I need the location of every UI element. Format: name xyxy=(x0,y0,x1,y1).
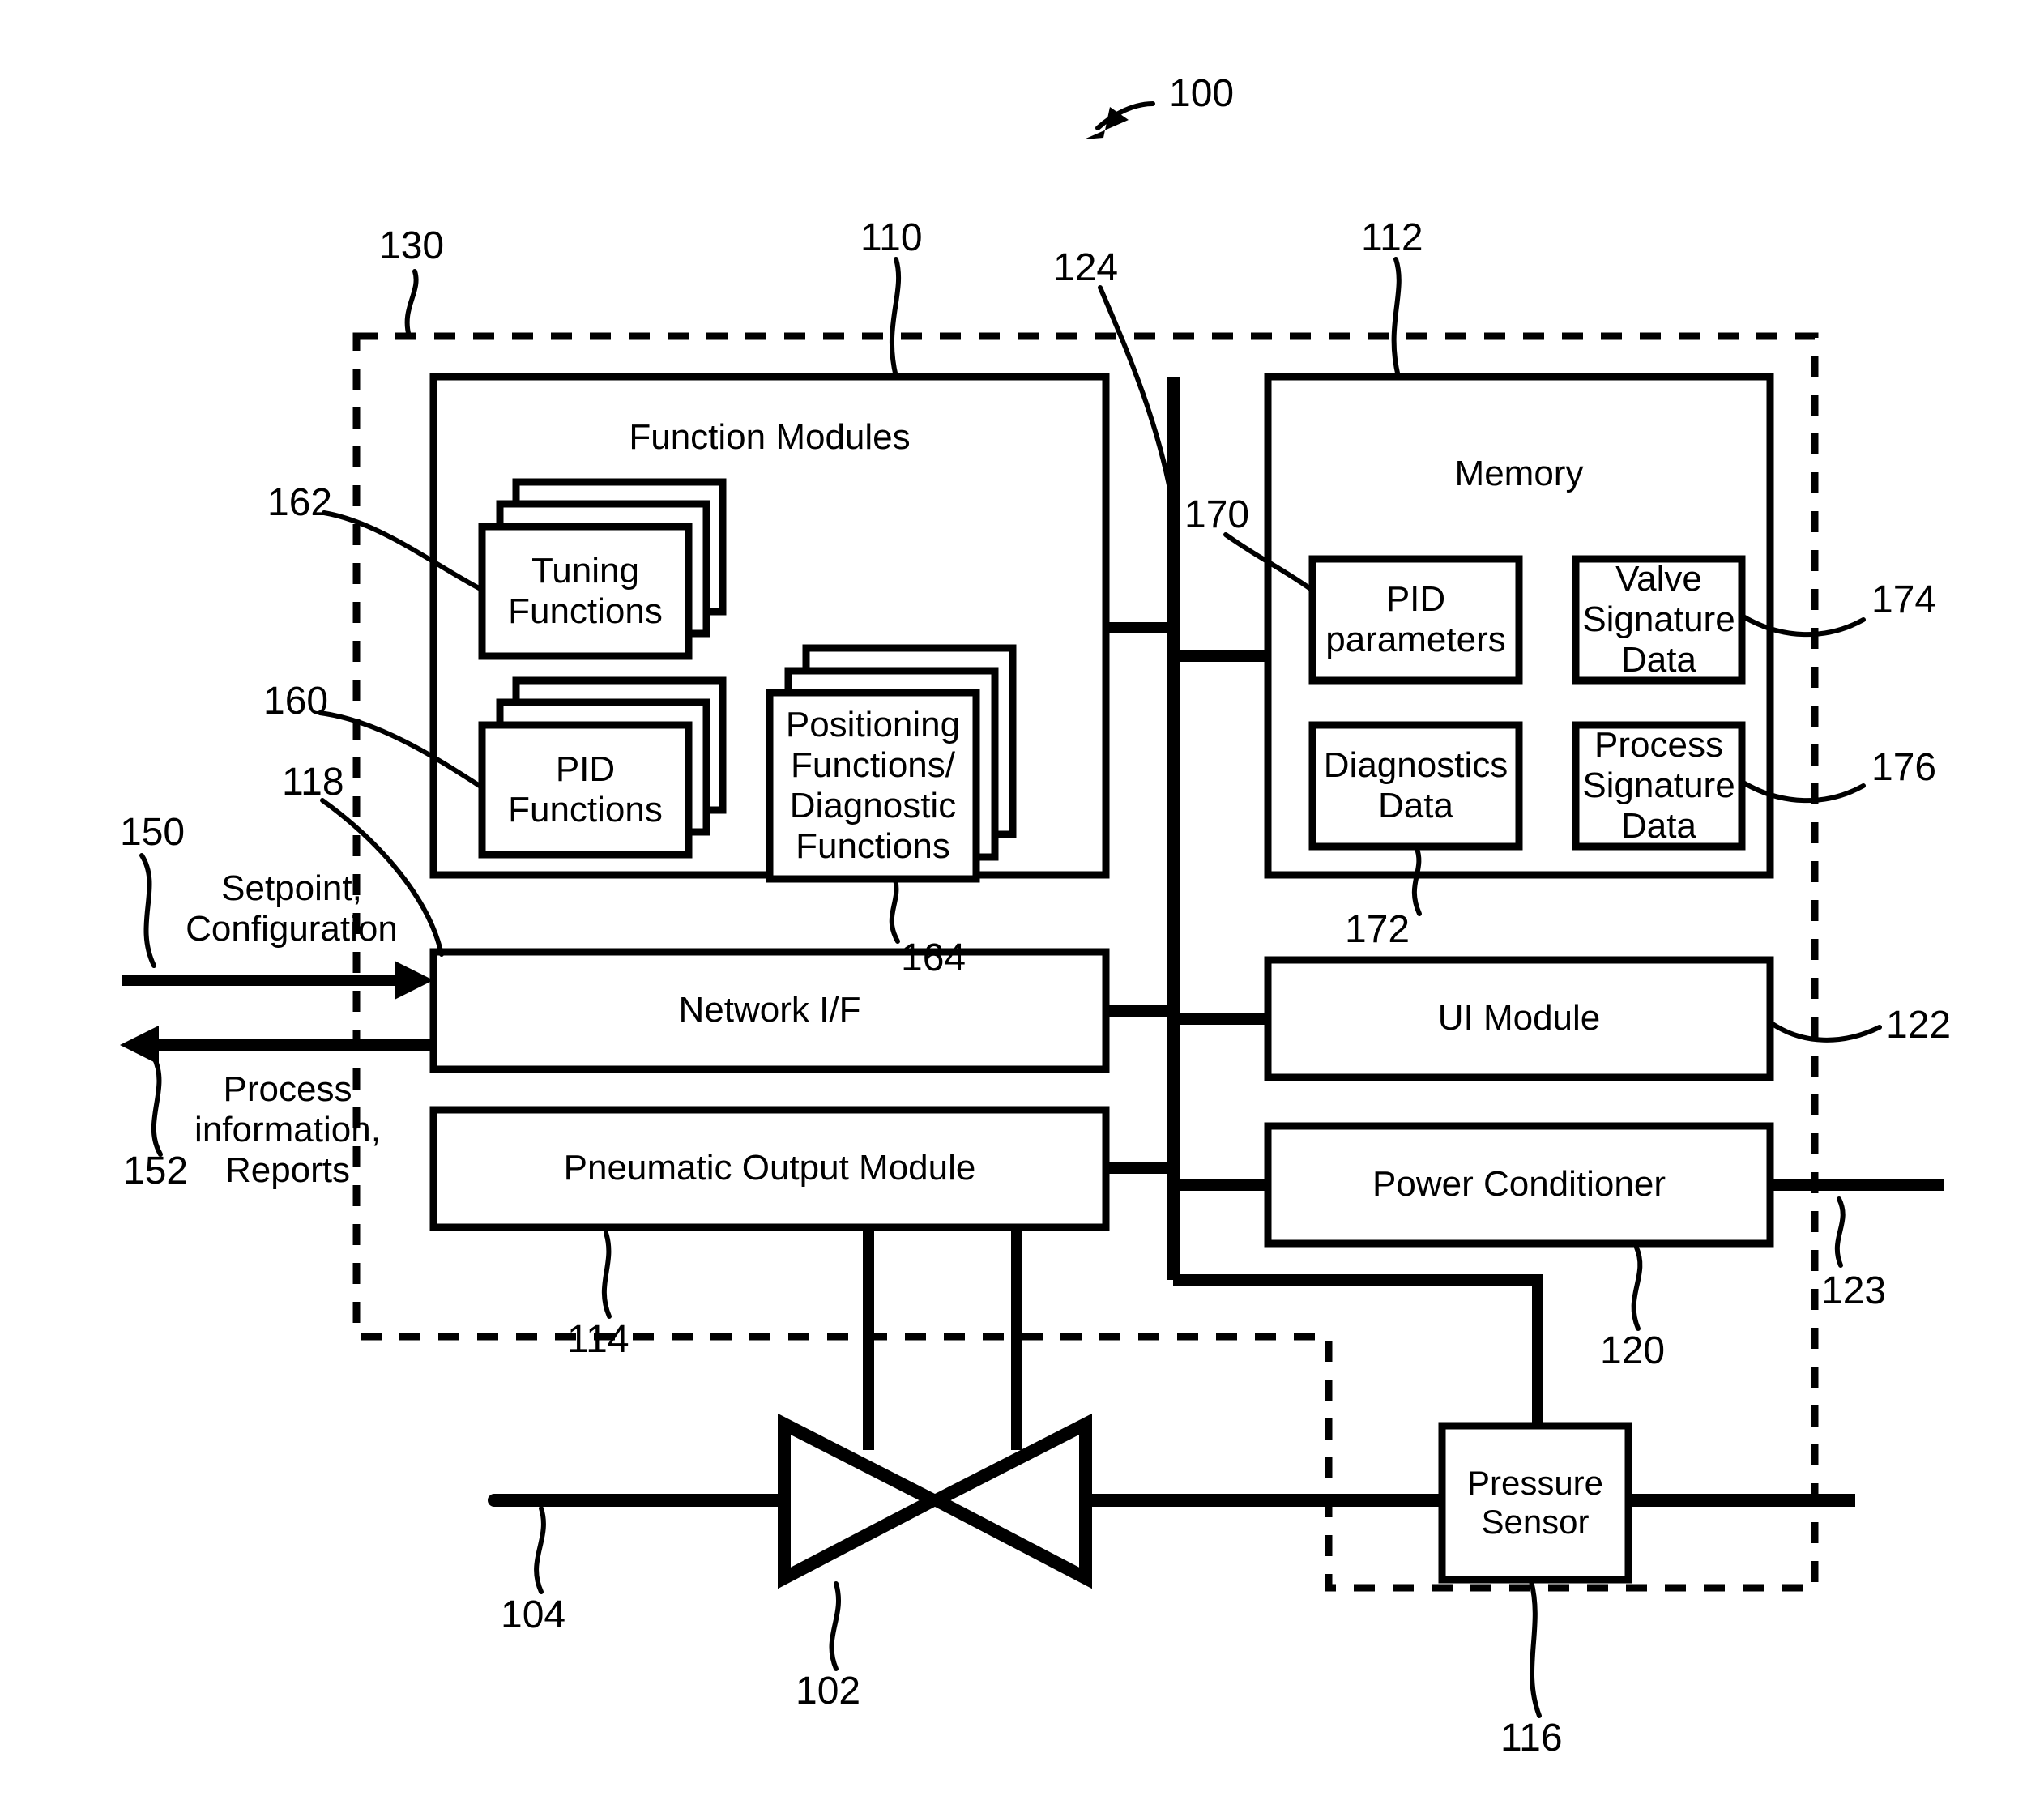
ref-130: 130 xyxy=(379,224,445,267)
leader-104 xyxy=(534,1506,546,1594)
inbound-signal-arrowhead xyxy=(395,961,433,1000)
leader-122 xyxy=(1768,1020,1882,1043)
ref-100: 100 xyxy=(1169,72,1235,115)
ref-116: 116 xyxy=(1500,1717,1563,1759)
process-signature-data-box xyxy=(1572,721,1746,851)
leader-102 xyxy=(829,1581,841,1671)
ref-123: 123 xyxy=(1821,1269,1887,1312)
ref-114: 114 xyxy=(567,1318,629,1361)
ref-104: 104 xyxy=(501,1593,566,1636)
ref-164: 164 xyxy=(901,936,967,979)
ref-176: 176 xyxy=(1871,746,1937,789)
ref-110: 110 xyxy=(860,216,923,259)
valve-left-triangle xyxy=(778,1413,948,1589)
ref-120: 120 xyxy=(1600,1329,1666,1372)
ref-122: 122 xyxy=(1886,1004,1952,1047)
leader-124 xyxy=(1098,285,1176,509)
leader-172 xyxy=(1411,844,1422,916)
leader-174 xyxy=(1739,613,1866,638)
leader-118 xyxy=(320,798,444,957)
tuning-functions-front xyxy=(478,523,693,660)
network-if-box xyxy=(429,948,1110,1073)
pid-functions-front xyxy=(478,721,693,859)
power-conditioner-box xyxy=(1264,1122,1774,1248)
ui-module-box xyxy=(1264,956,1774,1081)
positioning-functions-front xyxy=(766,689,980,883)
ref-160: 160 xyxy=(263,680,329,723)
pid-parameters-box xyxy=(1308,555,1523,685)
leader-152 xyxy=(151,1055,163,1157)
leader-123 xyxy=(1834,1196,1846,1268)
ref-170: 170 xyxy=(1184,493,1250,536)
leader-112 xyxy=(1391,257,1402,379)
leader-114 xyxy=(601,1231,612,1319)
diagnostics-data-box xyxy=(1308,721,1523,851)
leader-160 xyxy=(318,710,484,790)
bus-to-pressure-sensor xyxy=(1173,1274,1543,1426)
pneumatic-output-module-box xyxy=(429,1106,1110,1231)
ref-162: 162 xyxy=(267,481,333,524)
leader-100 xyxy=(1095,101,1155,130)
leader-120 xyxy=(1631,1245,1643,1331)
leader-130 xyxy=(404,269,419,339)
leader-150 xyxy=(139,853,156,968)
ref-124: 124 xyxy=(1053,246,1119,289)
valve-signature-data-box xyxy=(1572,555,1746,685)
leader-110 xyxy=(889,257,902,379)
leader-176 xyxy=(1739,779,1866,804)
figure-linework xyxy=(120,101,1944,1718)
ref-150: 150 xyxy=(120,811,186,854)
patent-figure-canvas: 100 130 110 124 112 162 170 174 160 176 … xyxy=(0,0,2044,1800)
ref-172: 172 xyxy=(1345,908,1410,951)
leader-162 xyxy=(322,510,484,592)
ref-174: 174 xyxy=(1871,578,1937,621)
ref-152: 152 xyxy=(123,1150,189,1192)
pressure-sensor-box xyxy=(1438,1422,1632,1584)
ref-102: 102 xyxy=(796,1670,861,1713)
leader-164 xyxy=(889,877,900,944)
ref-112: 112 xyxy=(1361,216,1423,259)
leader-116 xyxy=(1529,1579,1542,1718)
ref-118: 118 xyxy=(282,761,344,804)
